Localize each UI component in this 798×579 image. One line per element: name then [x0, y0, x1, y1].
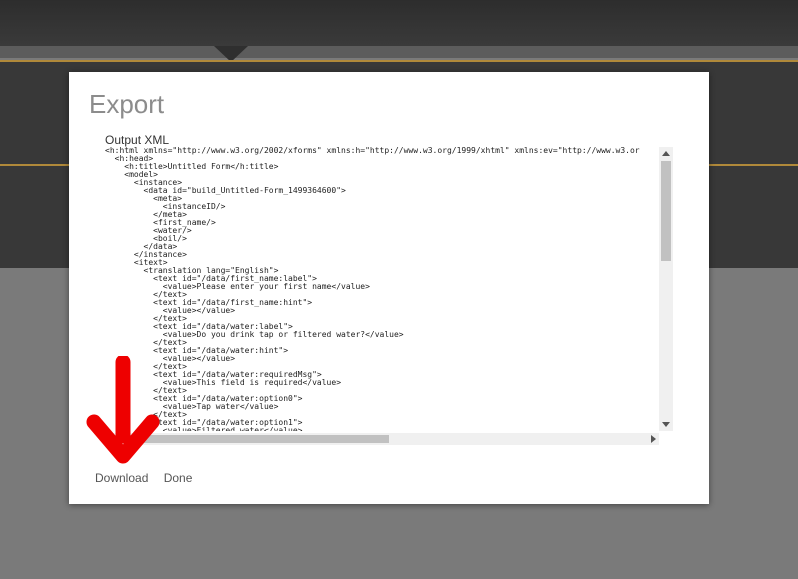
scroll-down-icon[interactable] — [662, 422, 670, 427]
xml-code[interactable]: <h:html xmlns="http://www.w3.org/2002/xf… — [105, 147, 673, 431]
annotation-arrow-icon — [86, 356, 160, 464]
vertical-scrollbar[interactable] — [659, 147, 673, 431]
output-xml-label: Output XML — [105, 133, 170, 147]
xml-line: <h:html xmlns="http://www.w3.org/2002/xf… — [105, 147, 640, 155]
done-button[interactable]: Done — [164, 471, 193, 485]
dialog-actions: Download Done — [95, 471, 204, 485]
app-header — [0, 0, 798, 46]
dialog-title: Export — [89, 89, 165, 119]
scroll-right-icon[interactable] — [651, 435, 656, 443]
vertical-scroll-thumb[interactable] — [661, 161, 671, 261]
app-toolbar-strip — [0, 46, 798, 58]
download-button[interactable]: Download — [95, 471, 148, 485]
export-dialog: Export Output XML <h:html xmlns="http://… — [69, 72, 709, 504]
horizontal-scrollbar[interactable] — [105, 433, 659, 445]
xml-output-area[interactable]: <h:html xmlns="http://www.w3.org/2002/xf… — [105, 147, 673, 431]
scroll-up-icon[interactable] — [662, 151, 670, 156]
accent-line-top — [0, 60, 798, 62]
